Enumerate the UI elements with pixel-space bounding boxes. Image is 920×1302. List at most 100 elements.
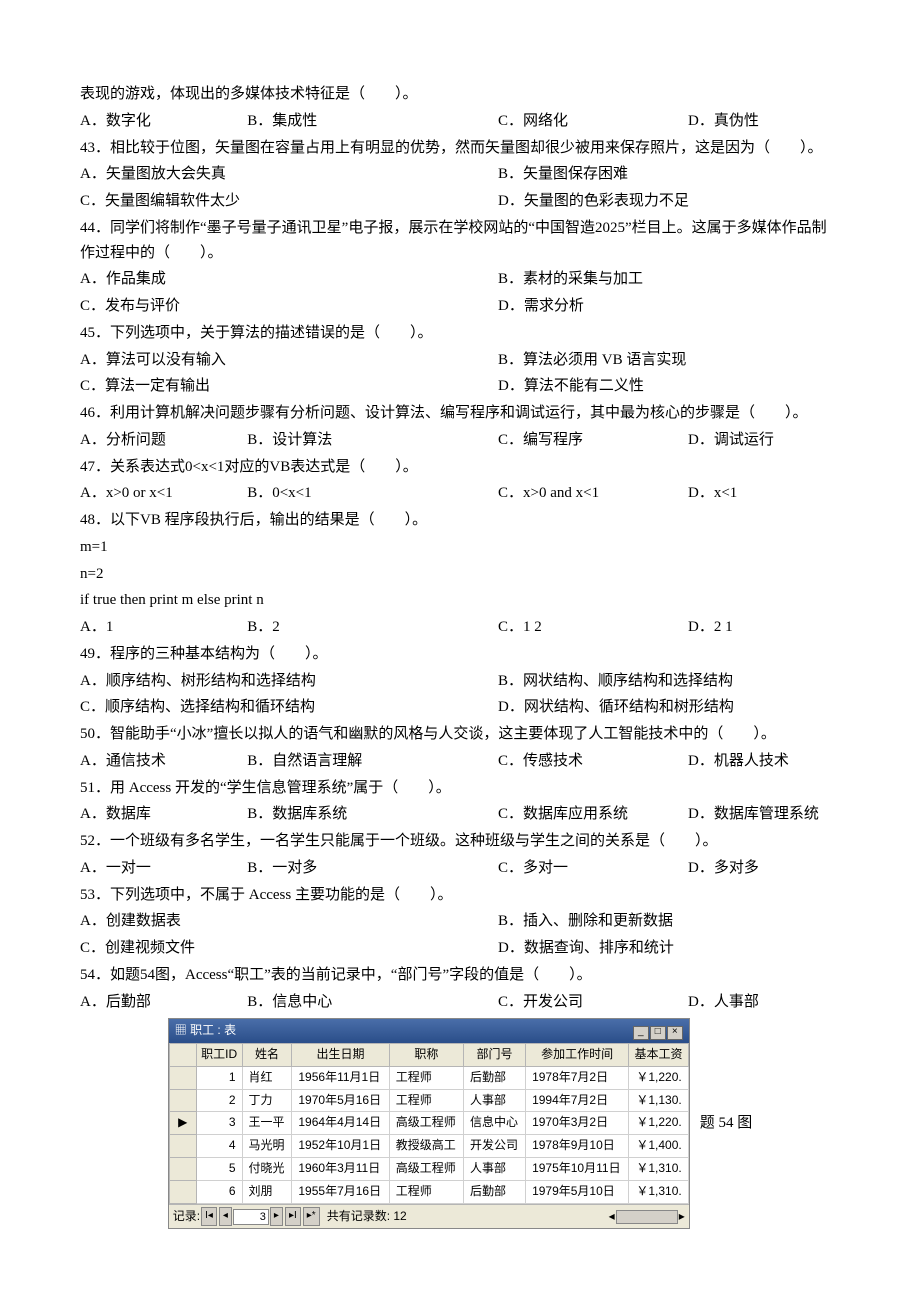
q53-options-2: C．创建视频文件 D．数据查询、排序和统计 bbox=[80, 936, 840, 961]
q46-stem: 46．利用计算机解决问题步骤有分析问题、设计算法、编写程序和调试运行，其中最为核… bbox=[80, 401, 840, 426]
nav-total: 共有记录数: 12 bbox=[327, 1207, 407, 1227]
q42-opt-a: A．数字化 bbox=[80, 109, 247, 134]
table-row[interactable]: 6刘朋1955年7月16日工程师后勤部1979年5月10日￥1,310. bbox=[169, 1180, 688, 1203]
q50-opt-a: A．通信技术 bbox=[80, 749, 247, 774]
q52-opt-b: B．一对多 bbox=[247, 856, 498, 881]
cell-title: 工程师 bbox=[389, 1066, 463, 1089]
cell-id: 5 bbox=[196, 1158, 242, 1181]
q47-opt-d: D．x<1 bbox=[688, 481, 840, 506]
cell-title: 工程师 bbox=[389, 1089, 463, 1112]
cell-dept: 人事部 bbox=[464, 1158, 526, 1181]
minimize-icon[interactable]: _ bbox=[633, 1026, 649, 1040]
table-row[interactable]: 1肖红1956年11月1日工程师后勤部1978年7月2日￥1,220. bbox=[169, 1066, 688, 1089]
hscroll-left-icon[interactable]: ◂ bbox=[609, 1207, 615, 1227]
q47-opt-c: C．x>0 and x<1 bbox=[498, 481, 688, 506]
cell-dob: 1970年5月16日 bbox=[292, 1089, 389, 1112]
nav-last-icon[interactable]: ▸I bbox=[285, 1207, 301, 1226]
q45-opt-b: B．算法必须用 VB 语言实现 bbox=[498, 348, 840, 373]
th-dept: 部门号 bbox=[464, 1044, 526, 1067]
q53-options-1: A．创建数据表 B．插入、删除和更新数据 bbox=[80, 909, 840, 934]
figure-caption: 题 54 图 bbox=[700, 1111, 753, 1136]
q48-opt-b: B．2 bbox=[247, 615, 498, 640]
q52-opt-d: D．多对多 bbox=[688, 856, 840, 881]
q47-opt-b: B．0<x<1 bbox=[247, 481, 498, 506]
hscroll-right-icon[interactable]: ▸ bbox=[679, 1207, 685, 1227]
q48-opt-d: D．2 1 bbox=[688, 615, 840, 640]
close-icon[interactable]: × bbox=[667, 1026, 683, 1040]
window-title-text: 职工 : 表 bbox=[190, 1023, 236, 1037]
nav-new-icon[interactable]: ▸* bbox=[303, 1207, 320, 1226]
q47-stem: 47．关系表达式0<x<1对应的VB表达式是（ ）。 bbox=[80, 455, 840, 480]
record-navigator: 记录: I◂ ◂ ▸ ▸I ▸* 共有记录数: 12 ◂ ▸ bbox=[169, 1204, 689, 1229]
q44-opt-b: B．素材的采集与加工 bbox=[498, 267, 840, 292]
cell-salary: ￥1,400. bbox=[629, 1135, 688, 1158]
th-dob: 出生日期 bbox=[292, 1044, 389, 1067]
maximize-icon[interactable]: □ bbox=[650, 1026, 666, 1040]
q46-opt-b: B．设计算法 bbox=[247, 428, 498, 453]
q54-opt-a: A．后勤部 bbox=[80, 990, 247, 1015]
row-selector[interactable] bbox=[169, 1158, 196, 1181]
hscroll-track[interactable] bbox=[616, 1210, 678, 1224]
cell-dept: 开发公司 bbox=[464, 1135, 526, 1158]
cell-dob: 1952年10月1日 bbox=[292, 1135, 389, 1158]
cell-dob: 1955年7月16日 bbox=[292, 1180, 389, 1203]
cell-salary: ￥1,130. bbox=[629, 1089, 688, 1112]
cell-salary: ￥1,220. bbox=[629, 1112, 688, 1135]
q50-opt-d: D．机器人技术 bbox=[688, 749, 840, 774]
row-selector[interactable] bbox=[169, 1180, 196, 1203]
row-selector[interactable] bbox=[169, 1066, 196, 1089]
q44-options-2: C．发布与评价 D．需求分析 bbox=[80, 294, 840, 319]
nav-pos-input[interactable] bbox=[233, 1209, 269, 1225]
q46-opt-a: A．分析问题 bbox=[80, 428, 247, 453]
table-row[interactable]: 5付晓光1960年3月11日高级工程师人事部1975年10月11日￥1,310. bbox=[169, 1158, 688, 1181]
q51-opt-d: D．数据库管理系统 bbox=[688, 802, 840, 827]
q44-options-1: A．作品集成 B．素材的采集与加工 bbox=[80, 267, 840, 292]
q48-opt-c: C．1 2 bbox=[498, 615, 688, 640]
q43-stem: 43．相比较于位图，矢量图在容量占用上有明显的优势，然而矢量图却很少被用来保存照… bbox=[80, 136, 840, 161]
q44-opt-a: A．作品集成 bbox=[80, 267, 498, 292]
q52-stem: 52．一个班级有多名学生，一名学生只能属于一个班级。这种班级与学生之间的关系是（… bbox=[80, 829, 840, 854]
cell-id: 4 bbox=[196, 1135, 242, 1158]
q49-options-2: C．顺序结构、选择结构和循环结构 D．网状结构、循环结构和树形结构 bbox=[80, 695, 840, 720]
row-selector[interactable] bbox=[169, 1135, 196, 1158]
row-selector[interactable] bbox=[169, 1089, 196, 1112]
cell-name: 肖红 bbox=[242, 1066, 292, 1089]
q43-opt-d: D．矢量图的色彩表现力不足 bbox=[498, 189, 840, 214]
q42-opt-b: B．集成性 bbox=[247, 109, 498, 134]
cell-id: 6 bbox=[196, 1180, 242, 1203]
cell-hire: 1975年10月11日 bbox=[526, 1158, 629, 1181]
cell-dept: 后勤部 bbox=[464, 1180, 526, 1203]
nav-prev-icon[interactable]: ◂ bbox=[219, 1207, 232, 1226]
q53-stem: 53．下列选项中，不属于 Access 主要功能的是（ ）。 bbox=[80, 883, 840, 908]
q46-opt-c: C．编写程序 bbox=[498, 428, 688, 453]
window-titlebar: ▦ 职工 : 表 _□× bbox=[169, 1019, 689, 1043]
q54-opt-d: D．人事部 bbox=[688, 990, 840, 1015]
cell-title: 高级工程师 bbox=[389, 1158, 463, 1181]
nav-next-icon[interactable]: ▸ bbox=[270, 1207, 283, 1226]
q50-opt-b: B．自然语言理解 bbox=[247, 749, 498, 774]
th-id: 职工ID bbox=[196, 1044, 242, 1067]
q46-opt-d: D．调试运行 bbox=[688, 428, 840, 453]
q45-opt-d: D．算法不能有二义性 bbox=[498, 374, 840, 399]
cell-salary: ￥1,310. bbox=[629, 1158, 688, 1181]
cell-hire: 1978年7月2日 bbox=[526, 1066, 629, 1089]
table-row[interactable]: 4马光明1952年10月1日教授级高工开发公司1978年9月10日￥1,400. bbox=[169, 1135, 688, 1158]
q43-opt-b: B．矢量图保存困难 bbox=[498, 162, 840, 187]
q52-opt-c: C．多对一 bbox=[498, 856, 688, 881]
table-row[interactable]: ▶3王一平1964年4月14日高级工程师信息中心1970年3月2日￥1,220. bbox=[169, 1112, 688, 1135]
window-buttons: _□× bbox=[632, 1021, 683, 1041]
q42-options: A．数字化 B．集成性 C．网络化 D．真伪性 bbox=[80, 109, 840, 134]
q44-opt-c: C．发布与评价 bbox=[80, 294, 498, 319]
q45-options-1: A．算法可以没有输入 B．算法必须用 VB 语言实现 bbox=[80, 348, 840, 373]
nav-first-icon[interactable]: I◂ bbox=[201, 1207, 217, 1226]
q43-opt-c: C．矢量图编辑软件太少 bbox=[80, 189, 498, 214]
q52-opt-a: A．一对一 bbox=[80, 856, 247, 881]
table-row[interactable]: 2丁力1970年5月16日工程师人事部1994年7月2日￥1,130. bbox=[169, 1089, 688, 1112]
q51-opt-c: C．数据库应用系统 bbox=[498, 802, 688, 827]
row-selector[interactable]: ▶ bbox=[169, 1112, 196, 1135]
window-title: ▦ 职工 : 表 bbox=[175, 1021, 236, 1041]
q53-opt-c: C．创建视频文件 bbox=[80, 936, 498, 961]
q53-opt-d: D．数据查询、排序和统计 bbox=[498, 936, 840, 961]
q52-options: A．一对一 B．一对多 C．多对一 D．多对多 bbox=[80, 856, 840, 881]
q48-opt-a: A．1 bbox=[80, 615, 247, 640]
